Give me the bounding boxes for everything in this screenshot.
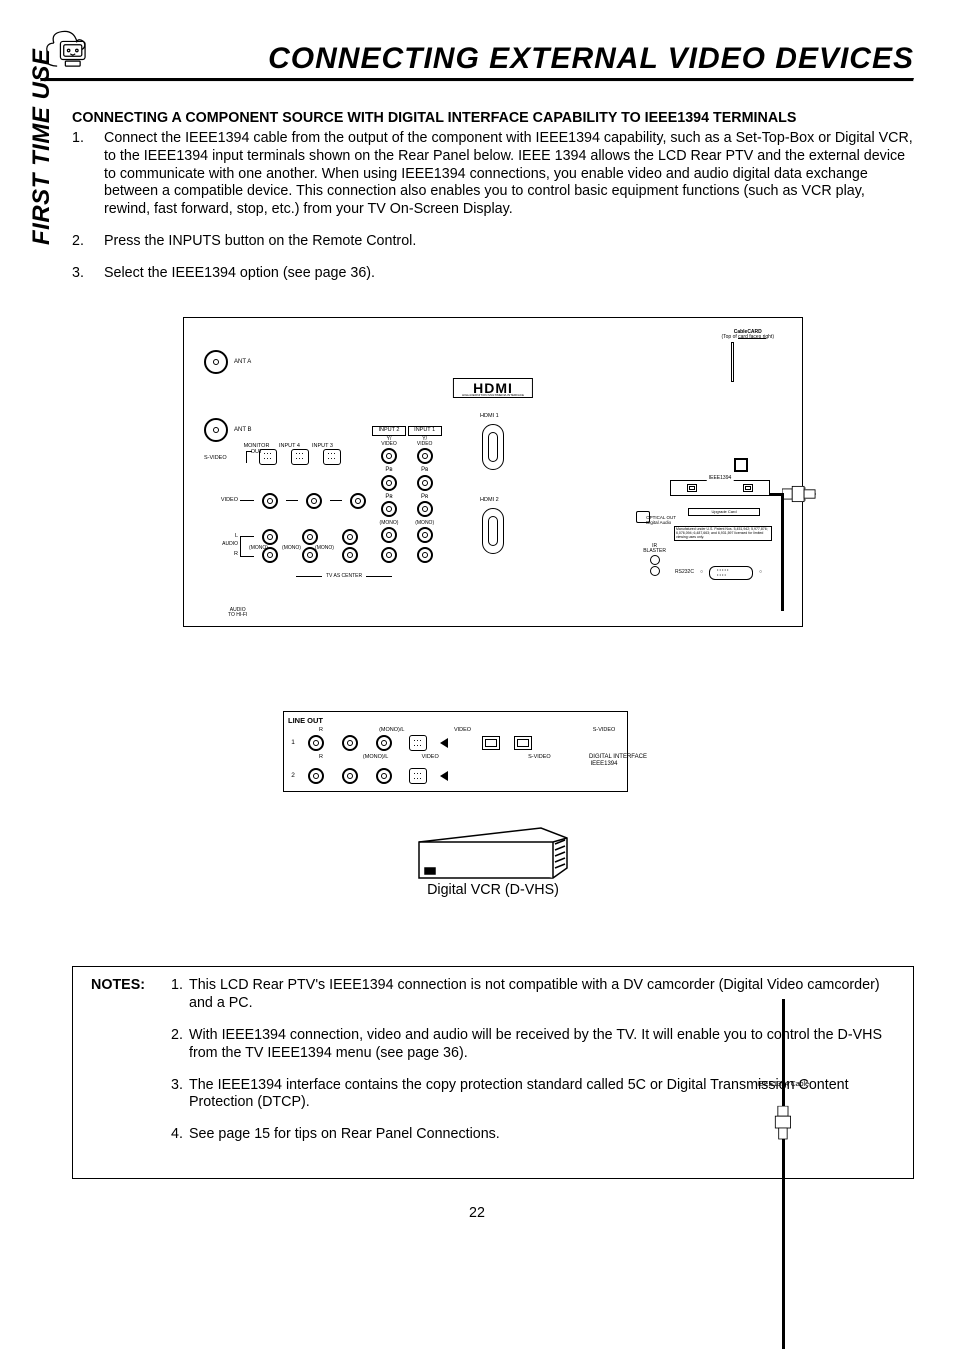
triangle-left-icon (440, 738, 448, 748)
rca-jack-icon (342, 529, 358, 545)
rca-jack-icon (262, 493, 278, 509)
notes-label: NOTES: (91, 977, 171, 1144)
rca-jack-icon (308, 768, 324, 784)
firewire-port-icon (482, 736, 500, 750)
lineout-box-diagram: LINE OUT R(MONO)/LVIDEOS-VIDEO 1 R(MONO)… (283, 711, 628, 792)
hdmi-port-icon (482, 508, 504, 554)
vcr-caption: Digital VCR (D-VHS) (183, 882, 803, 900)
firewire-port-icon (687, 484, 697, 492)
note-item: 3.The IEEE1394 interface contains the co… (171, 1077, 895, 1113)
square-port-icon (734, 458, 748, 472)
page-title: Connecting External Video Devices (268, 42, 914, 76)
step-3: 3.Select the IEEE1394 option (see page 3… (72, 265, 914, 283)
coax-icon (204, 350, 228, 374)
firewire-port-icon (743, 484, 753, 492)
hdmi-port-icon (482, 424, 504, 470)
rca-jack-icon (342, 768, 358, 784)
svideo-icon (259, 449, 277, 465)
rear-panel-diagram: ANT A ANT B HDMI HIGH-DEFINITION MULTIME… (183, 317, 803, 627)
rca-jack-icon (342, 547, 358, 563)
section-heading: CONNECTING A COMPONENT SOURCE WITH DIGIT… (72, 110, 914, 128)
rca-jack-icon (381, 547, 397, 563)
cablecard-slot-icon (731, 342, 734, 382)
rca-jack-icon (308, 735, 324, 751)
rca-jack-icon (381, 527, 397, 543)
note-item: 1.This LCD Rear PTV's IEEE1394 connectio… (171, 977, 895, 1013)
ir-jack-icon (650, 555, 660, 565)
svideo-icon (409, 735, 427, 751)
rs232c-port-icon (709, 566, 753, 580)
ir-jack-icon (650, 566, 660, 576)
rca-jack-icon (417, 547, 433, 563)
rca-jack-icon (342, 735, 358, 751)
svideo-icon (323, 449, 341, 465)
rca-jack-icon (417, 448, 433, 464)
firewire-port-icon (514, 736, 532, 750)
step-1: 1.Connect the IEEE1394 cable from the ou… (72, 130, 914, 219)
rca-jack-icon (302, 529, 318, 545)
rca-jack-icon (262, 529, 278, 545)
hdmi-logo: HDMI HIGH-DEFINITION MULTIMEDIA INTERFAC… (453, 378, 533, 398)
note-item: 4.See page 15 for tips on Rear Panel Con… (171, 1126, 895, 1144)
ieee1394-box-icon (670, 480, 770, 496)
rca-jack-icon (417, 501, 433, 517)
coax-icon (204, 418, 228, 442)
rca-jack-icon (381, 448, 397, 464)
firewire-plug-icon (782, 483, 812, 507)
title-divider (40, 78, 914, 82)
rca-jack-icon (381, 501, 397, 517)
rca-jack-icon (417, 527, 433, 543)
rca-jack-icon (306, 493, 322, 509)
vcr-device-icon (413, 824, 573, 876)
rca-jack-icon (381, 475, 397, 491)
note-item: 2.With IEEE1394 connection, video and au… (171, 1027, 895, 1063)
triangle-left-icon (440, 771, 448, 781)
svideo-icon (409, 768, 427, 784)
svideo-icon (291, 449, 309, 465)
step-2: 2.Press the INPUTS button on the Remote … (72, 233, 914, 251)
section-side-label: FIRST TIME USE (28, 49, 56, 245)
rca-jack-icon (376, 735, 392, 751)
notes-box: NOTES: 1.This LCD Rear PTV's IEEE1394 co… (72, 966, 914, 1179)
rca-jack-icon (350, 493, 366, 509)
rca-jack-icon (376, 768, 392, 784)
rca-jack-icon (417, 475, 433, 491)
